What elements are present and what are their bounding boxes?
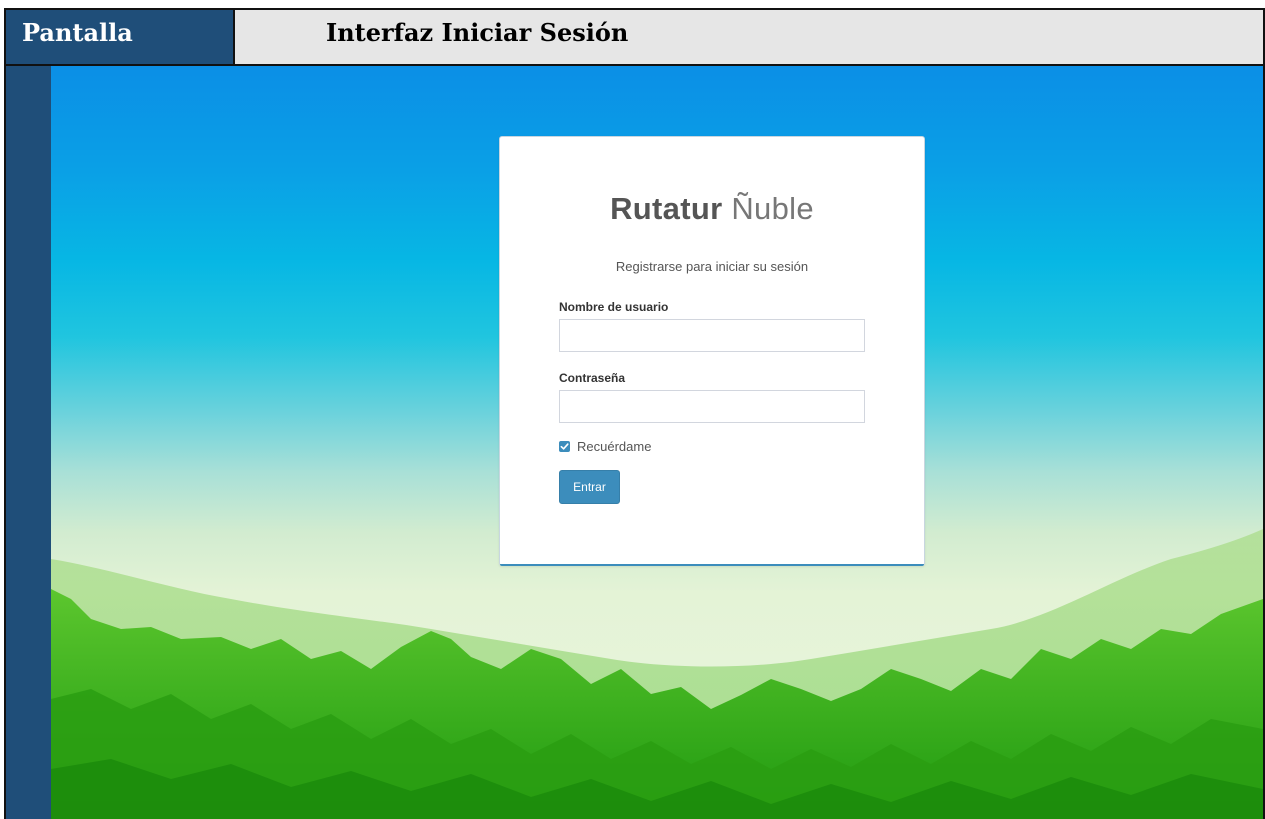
username-label: Nombre de usuario — [559, 300, 669, 314]
left-column-bar — [6, 66, 51, 819]
page-title: Interfaz Iniciar Sesión — [235, 10, 1263, 64]
login-card: Rutatur Ñuble Registrarse para iniciar s… — [499, 136, 925, 566]
password-input[interactable] — [559, 390, 865, 423]
submit-button[interactable]: Entrar — [559, 470, 620, 504]
brand-name-light: Ñuble — [731, 191, 814, 226]
remember-label: Recuérdame — [577, 439, 652, 454]
remember-checkbox[interactable] — [559, 441, 570, 452]
section-label: Pantalla — [6, 10, 235, 64]
login-screen: Rutatur Ñuble Registrarse para iniciar s… — [51, 66, 1263, 819]
check-icon — [560, 443, 569, 450]
brand-name-bold: Rutatur — [610, 191, 723, 226]
brand-logo: Rutatur Ñuble — [500, 191, 924, 227]
password-label: Contraseña — [559, 371, 626, 385]
remember-me[interactable]: Recuérdame — [559, 439, 651, 454]
document-table: Pantalla Interfaz Iniciar Sesión Rutatur… — [4, 8, 1265, 819]
login-subtitle: Registrarse para iniciar su sesión — [615, 259, 809, 274]
username-input[interactable] — [559, 319, 865, 352]
card-bottom-border — [500, 564, 924, 566]
